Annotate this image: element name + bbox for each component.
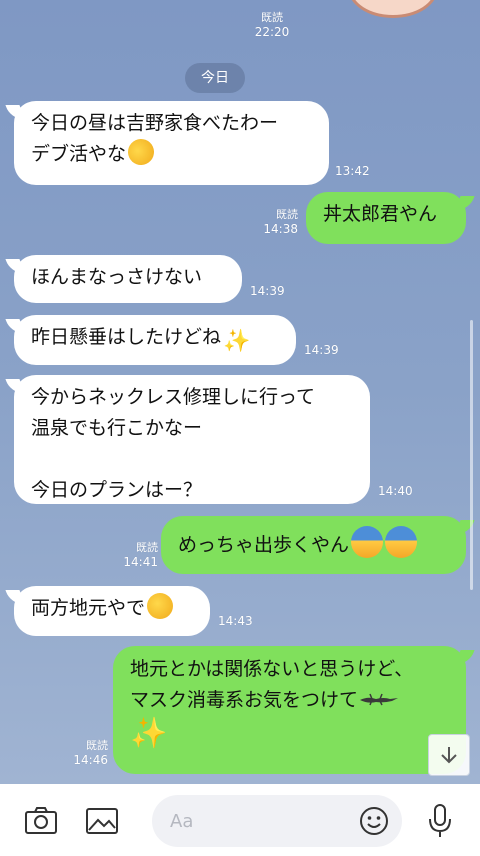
message-bubble-outgoing[interactable]: めっちゃ出歩くやん — [161, 516, 466, 574]
fearful-face-emoji-icon — [385, 526, 418, 558]
message-text: めっちゃ出歩くやん — [178, 534, 350, 556]
message-bubble-incoming[interactable]: ほんまなっさけない — [14, 255, 242, 303]
chat-area[interactable]: 既読 22:20 今日 今日の昼は吉野家食べたわー デブ活やな 13:42 既読… — [0, 0, 480, 784]
camera-icon — [25, 807, 57, 834]
fearful-face-emoji-icon — [351, 526, 384, 558]
message-bubble-incoming[interactable]: 両方地元やで — [14, 586, 210, 636]
message-bubble-outgoing[interactable]: 地元とかは関係ないと思うけど、 マスク消毒系お気をつけて ✨ — [113, 646, 466, 774]
emoji-icon[interactable] — [358, 805, 390, 837]
image-button[interactable] — [84, 803, 120, 839]
message-bubble-incoming[interactable]: 今日の昼は吉野家食べたわー デブ活やな — [14, 101, 329, 185]
sparkles-emoji-icon: ✨ — [223, 329, 251, 354]
message-time: 13:42 — [335, 164, 370, 178]
message-time: 14:39 — [304, 343, 339, 357]
message-text: 今からネックレス修理しに行って 温泉でも行こかなー 今日のプランはー？ — [31, 386, 316, 501]
microphone-button[interactable] — [422, 803, 458, 839]
grinning-face-emoji-icon — [147, 593, 174, 619]
message-text: 昨日懸垂はしたけどね — [31, 326, 222, 348]
image-icon — [86, 808, 118, 834]
message-text: 丼太郎君やん — [323, 203, 438, 225]
message-bubble-outgoing[interactable]: 丼太郎君やん — [306, 192, 466, 244]
date-separator: 今日 — [185, 63, 245, 93]
message-status: 既読 14:38 — [263, 208, 298, 236]
message-time: 14:39 — [250, 284, 285, 298]
message-bubble-incoming[interactable]: 今からネックレス修理しに行って 温泉でも行こかなー 今日のプランはー？ — [14, 375, 370, 504]
read-receipt-top: 既読 22:20 — [254, 11, 290, 39]
scroll-to-bottom-button[interactable] — [428, 734, 470, 776]
message-text: 両方地元やで — [31, 597, 146, 619]
message-bubble-incoming[interactable]: 昨日懸垂はしたけどね✨ — [14, 315, 296, 365]
sparkles-emoji-icon: ✨ — [130, 716, 168, 751]
message-time: 14:40 — [378, 484, 413, 498]
rolling-on-floor-laughing-emoji-icon — [123, 134, 159, 170]
message-input-container[interactable] — [152, 795, 402, 847]
scrollbar[interactable] — [470, 320, 473, 590]
lizard-emoji-icon — [360, 693, 399, 706]
arrow-down-icon — [441, 747, 457, 764]
message-text: ほんまなっさけない — [31, 266, 203, 288]
microphone-icon — [429, 804, 451, 837]
camera-button[interactable] — [23, 803, 59, 839]
message-status: 既読 14:46 — [73, 739, 108, 767]
sticker-partial — [348, 0, 438, 18]
message-text: 今日の昼は吉野家食べたわー デブ活やな — [31, 112, 279, 165]
message-time: 14:43 — [218, 614, 253, 628]
message-status: 既読 14:41 — [123, 541, 158, 569]
message-input[interactable] — [170, 795, 350, 847]
